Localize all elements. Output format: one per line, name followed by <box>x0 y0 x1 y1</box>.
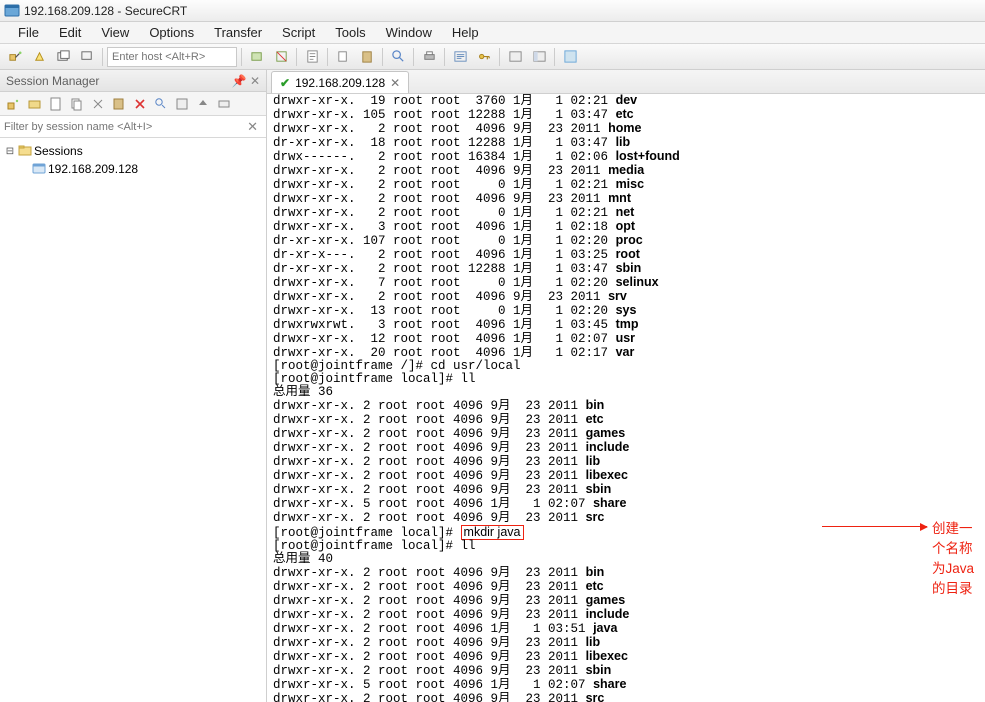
new-folder-icon[interactable] <box>25 94 45 114</box>
print-icon[interactable] <box>418 46 440 68</box>
folder-icon <box>18 143 32 160</box>
toggle2-icon[interactable] <box>528 46 550 68</box>
annotation-arrow <box>822 526 927 527</box>
quick-connect-icon[interactable] <box>28 46 50 68</box>
menu-file[interactable]: File <box>8 25 49 40</box>
reconnect-icon[interactable] <box>76 46 98 68</box>
toggle1-icon[interactable] <box>504 46 526 68</box>
tree-root-label: Sessions <box>34 144 83 158</box>
paste-icon[interactable] <box>356 46 378 68</box>
main-toolbar <box>0 44 985 70</box>
key-icon[interactable] <box>473 46 495 68</box>
tree-item-label: 192.168.209.128 <box>48 162 138 176</box>
menu-options[interactable]: Options <box>139 25 204 40</box>
tree-item[interactable]: 192.168.209.128 <box>4 160 262 178</box>
connected-icon: ✔ <box>280 76 290 90</box>
session-manager-header: Session Manager 📌 ✕ <box>0 70 266 92</box>
reconnect-all-icon[interactable] <box>270 46 292 68</box>
pin-icon[interactable]: 📌 <box>232 74 247 88</box>
session-icon <box>32 161 46 178</box>
title-bar: 192.168.209.128 - SecureCRT <box>0 0 985 22</box>
tree-root[interactable]: ⊟ Sessions <box>4 142 262 160</box>
menu-bar: File Edit View Options Transfer Script T… <box>0 22 985 44</box>
separator <box>241 48 242 66</box>
session-copy-icon[interactable] <box>67 94 87 114</box>
properties-icon[interactable] <box>301 46 323 68</box>
menu-script[interactable]: Script <box>272 25 325 40</box>
menu-tools[interactable]: Tools <box>325 25 375 40</box>
app-icon <box>4 3 20 19</box>
terminal-output[interactable]: drwxr-xr-x. 19 root root 3760 1月 1 02:21… <box>267 94 985 702</box>
session-tree: ⊟ Sessions 192.168.209.128 <box>0 138 266 702</box>
session-fav-icon[interactable] <box>172 94 192 114</box>
connect-icon[interactable] <box>4 46 26 68</box>
session-opts-icon[interactable] <box>214 94 234 114</box>
session-manager-toolbar <box>0 92 266 116</box>
separator <box>554 48 555 66</box>
annotation-text: 创建一个名称为Java的目录 <box>932 517 985 597</box>
find-icon[interactable] <box>387 46 409 68</box>
settings-icon[interactable] <box>449 46 471 68</box>
session-cut-icon[interactable] <box>88 94 108 114</box>
connect-tab-icon[interactable] <box>52 46 74 68</box>
disconnect-icon[interactable] <box>246 46 268 68</box>
close-panel-icon[interactable]: ✕ <box>250 74 260 88</box>
separator <box>499 48 500 66</box>
new-session-icon[interactable] <box>4 94 24 114</box>
help-icon[interactable] <box>559 46 581 68</box>
separator <box>382 48 383 66</box>
collapse-icon[interactable]: ⊟ <box>4 146 16 157</box>
session-manager-title: Session Manager <box>6 74 99 88</box>
separator <box>444 48 445 66</box>
panel-controls: 📌 ✕ <box>232 74 260 88</box>
session-filter: ✕ <box>0 116 266 138</box>
session-up-icon[interactable] <box>193 94 213 114</box>
separator <box>296 48 297 66</box>
window-title: 192.168.209.128 - SecureCRT <box>24 4 187 18</box>
copy-icon[interactable] <box>332 46 354 68</box>
separator <box>102 48 103 66</box>
tab-session[interactable]: ✔ 192.168.209.128 ✕ <box>271 71 409 93</box>
menu-edit[interactable]: Edit <box>49 25 91 40</box>
host-input[interactable] <box>107 47 237 67</box>
tab-label: 192.168.209.128 <box>295 76 385 90</box>
close-tab-icon[interactable]: ✕ <box>390 76 400 90</box>
session-find-icon[interactable] <box>151 94 171 114</box>
tab-strip: ✔ 192.168.209.128 ✕ <box>267 70 985 94</box>
filter-clear-icon[interactable]: ✕ <box>243 119 262 135</box>
session-delete-icon[interactable] <box>130 94 150 114</box>
filter-input[interactable] <box>4 121 243 133</box>
session-props-icon[interactable] <box>46 94 66 114</box>
menu-view[interactable]: View <box>91 25 139 40</box>
menu-help[interactable]: Help <box>442 25 489 40</box>
menu-window[interactable]: Window <box>376 25 442 40</box>
session-paste-icon[interactable] <box>109 94 129 114</box>
menu-transfer[interactable]: Transfer <box>204 25 272 40</box>
separator <box>413 48 414 66</box>
separator <box>327 48 328 66</box>
